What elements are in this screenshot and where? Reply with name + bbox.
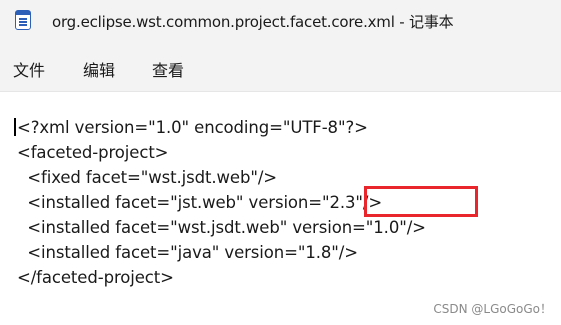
window-title: org.eclipse.wst.common.project.facet.cor…: [52, 13, 454, 31]
text-editor[interactable]: <?xml version="1.0" encoding="UTF-8"?> <…: [0, 92, 561, 325]
editor-line: <installed facet="jst.web" version="2.3"…: [17, 193, 383, 212]
menu-file[interactable]: 文件: [13, 57, 45, 81]
notepad-icon: [15, 10, 31, 30]
editor-line: <?xml version="1.0" encoding="UTF-8"?>: [17, 118, 368, 137]
editor-line: </faceted-project>: [17, 268, 174, 287]
menu-view[interactable]: 查看: [152, 57, 184, 81]
menu-bar: 文件 编辑 查看: [0, 44, 561, 92]
editor-line: <fixed facet="wst.jsdt.web"/>: [17, 168, 278, 187]
editor-line: <faceted-project>: [17, 143, 169, 162]
editor-line: <installed facet="wst.jsdt.web" version=…: [17, 218, 426, 237]
watermark: CSDN @LGoGoGo！: [433, 302, 552, 316]
notepad-window: org.eclipse.wst.common.project.facet.cor…: [0, 0, 561, 325]
text-caret: [14, 118, 16, 136]
version-highlight-box: [364, 186, 478, 217]
menu-edit[interactable]: 编辑: [83, 57, 115, 81]
title-bar: org.eclipse.wst.common.project.facet.cor…: [0, 0, 561, 44]
editor-line: <installed facet="java" version="1.8"/>: [17, 243, 358, 262]
